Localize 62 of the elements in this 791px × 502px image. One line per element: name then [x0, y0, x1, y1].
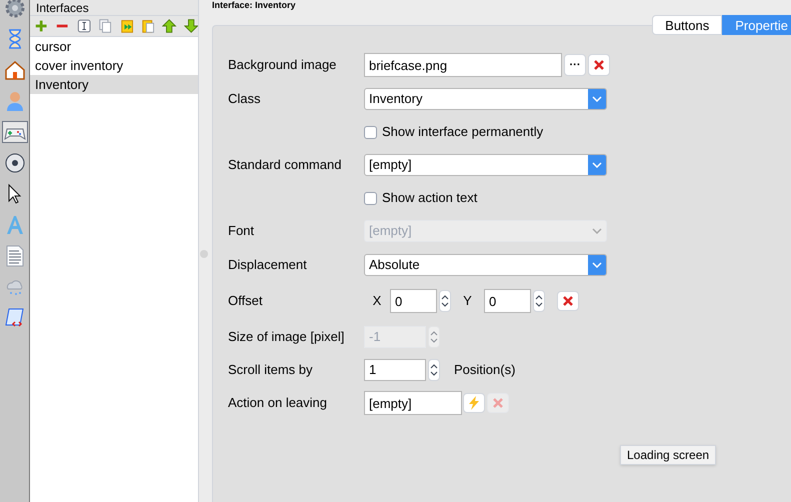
gear-icon: [4, 0, 26, 19]
checkbox[interactable]: [364, 126, 377, 138]
clear-button[interactable]: [557, 291, 579, 311]
number-field[interactable]: 1: [364, 358, 426, 380]
x-label: X: [372, 292, 382, 310]
chevron-up-down-icon: [535, 293, 543, 309]
clipboard-play-icon[interactable]: [120, 18, 134, 34]
browse-button[interactable]: ···: [564, 54, 586, 76]
spin-stepper[interactable]: [439, 290, 451, 312]
close-icon: [563, 296, 573, 306]
text-cursor-icon[interactable]: [76, 18, 92, 34]
dropdown[interactable]: [empty]: [364, 154, 607, 176]
field-label: Standard command: [228, 156, 342, 174]
scroll-icon: [4, 307, 26, 329]
document-icon: [4, 245, 26, 267]
dropdown[interactable]: Absolute: [364, 254, 607, 276]
lightning-icon: [468, 396, 480, 410]
copy-icon[interactable]: [98, 18, 112, 34]
field-label: Offset: [228, 292, 264, 310]
dropdown[interactable]: Inventory: [364, 88, 607, 110]
action-field[interactable]: [empty]: [364, 391, 462, 415]
file-field[interactable]: briefcase.png: [364, 53, 562, 77]
list-item[interactable]: cursor: [30, 37, 198, 56]
spin-stepper[interactable]: [428, 358, 440, 380]
y-field[interactable]: 0: [484, 289, 531, 313]
clear-button[interactable]: [588, 54, 610, 76]
field-label: Scroll items by: [228, 360, 314, 379]
chevron-up-down-icon: [441, 293, 449, 309]
ball-icon: [4, 152, 26, 174]
y-label: Y: [462, 292, 473, 310]
close-icon: [594, 60, 604, 70]
field-label: Background image: [228, 56, 338, 74]
field-label: Displacement: [228, 256, 308, 274]
add-icon[interactable]: [34, 18, 48, 34]
field-label: Font: [228, 222, 256, 240]
checkbox-label: Show interface permanently: [382, 123, 544, 142]
chevron-down-icon: [592, 162, 602, 168]
paste-icon[interactable]: [140, 18, 156, 34]
close-icon: [493, 398, 503, 408]
field-label: Action on leaving: [228, 394, 328, 412]
checkbox-label: Show action text: [382, 189, 478, 208]
splitter-handle[interactable]: [200, 250, 208, 258]
chevron-down-icon: [592, 96, 602, 102]
chevron-up-down-icon: [430, 362, 438, 378]
list-item[interactable]: Inventory: [30, 75, 198, 94]
chevron-down-icon: [592, 262, 602, 268]
house-icon: [4, 59, 26, 81]
field-label: Size of image [pixel]: [228, 328, 346, 346]
field-label: Class: [228, 90, 262, 108]
editor-title: Interface: Inventory: [212, 0, 296, 11]
loading-screen-button[interactable]: Loading screen: [620, 445, 716, 465]
chevron-down-icon: [592, 228, 602, 234]
down-arrow-icon[interactable]: [184, 18, 198, 34]
list-item[interactable]: cover inventory: [30, 56, 198, 75]
spin-stepper[interactable]: [533, 290, 545, 312]
checkbox[interactable]: [364, 192, 377, 204]
x-field[interactable]: 0: [390, 289, 437, 313]
unit-label: Position(s): [454, 360, 516, 379]
chevron-up-down-icon: [430, 328, 438, 344]
tab[interactable]: Buttons: [652, 15, 722, 35]
panel-title: Interfaces: [36, 0, 89, 14]
up-arrow-icon[interactable]: [162, 18, 177, 34]
